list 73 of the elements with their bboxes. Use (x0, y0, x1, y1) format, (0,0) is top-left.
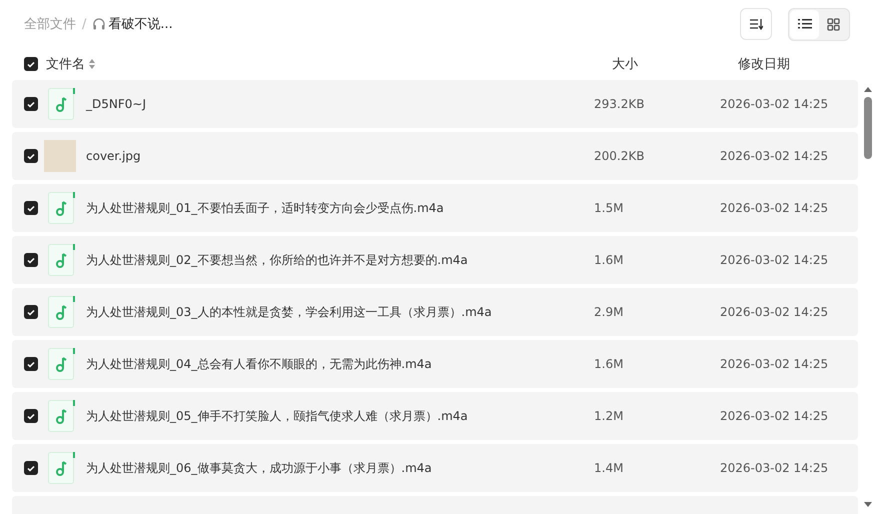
column-header[interactable]: 大小 (612, 55, 738, 73)
file-name: 为人处世潜规则_02_不要想当然，你所给的也许并不是对方想要的.m4a (86, 252, 469, 268)
modified-date: 2026-03-02 14:25 (720, 409, 828, 423)
file-size: 1.5M (594, 201, 624, 215)
file-size: 1.4M (594, 461, 624, 475)
file-row[interactable]: 为人处世潜规则_04_总会有人看你不顺眼的，无需为此伤神.m4a 1.6M 2026-03-02 14:25 (12, 340, 858, 388)
check-icon (27, 152, 35, 160)
modified-date: 2026-03-02 14:25 (720, 305, 828, 319)
file-name: 为人处世潜规则_04_总会有人看你不顺眼的，无需为此伤神.m4a (86, 356, 433, 372)
file-row[interactable]: _D5NF0~J 293.2KB 2026-03-02 14:25 (12, 80, 858, 128)
modified-date: 2026-03-02 14:25 (720, 461, 828, 475)
check-icon (27, 60, 35, 68)
audio-file-icon (48, 88, 76, 120)
select-all-checkbox[interactable] (24, 57, 38, 71)
file-name: cover.jpg (86, 149, 142, 163)
modified-date: 2026-03-02 14:25 (720, 201, 828, 215)
audio-file-icon (48, 452, 76, 484)
file-size: 1.2M (594, 409, 624, 423)
file-name: _D5NF0~J (86, 97, 147, 111)
audio-file-icon (48, 348, 76, 380)
file-name: 为人处世潜规则_06_做事莫贪大，成功源于小事（求月票）.m4a (86, 460, 433, 476)
list-icon (798, 18, 812, 30)
breadcrumb-current: 看破不说... (108, 16, 173, 33)
row-checkbox[interactable] (24, 461, 38, 475)
file-name: 为人处世潜规则_01_不要怕丢面子，适时转变方向会少受点伤.m4a (86, 200, 445, 216)
file-name: 为人处世潜规则_03_人的本性就是贪婪，学会利用这一工具（求月票）.m4a (86, 304, 493, 320)
check-icon (27, 464, 35, 472)
audio-file-icon (48, 296, 76, 328)
file-row[interactable]: 为人处世潜规则_01_不要怕丢面子，适时转变方向会少受点伤.m4a 1.5M 2026-03-02 14:25 (12, 184, 858, 232)
file-size: 1.6M (594, 253, 624, 267)
modified-date: 2026-03-02 14:25 (720, 357, 828, 371)
file-row[interactable]: 为人处世潜规则_06_做事莫贪大，成功源于小事（求月票）.m4a 1.4M 2026-03-02 14:25 (12, 444, 858, 492)
file-name: 为人处世潜规则_05_伸手不打笑脸人，颐指气使求人难（求月票）.m4a (86, 408, 469, 424)
file-size: 293.2KB (594, 97, 646, 111)
row-checkbox[interactable] (24, 409, 38, 423)
check-icon (27, 204, 35, 212)
column-header[interactable]: 修改日期 (738, 55, 790, 73)
check-icon (27, 308, 35, 316)
modified-date: 2026-03-02 14:25 (720, 253, 828, 267)
audio-file-icon (48, 192, 76, 224)
row-checkbox[interactable] (24, 357, 38, 371)
breadcrumb-separator: / (82, 16, 86, 32)
file-size: 200.2KB (594, 149, 646, 163)
file-row[interactable]: 为人处世潜规则_05_伸手不打笑脸人，颐指气使求人难（求月票）.m4a 1.2M 2026-03-02 14:25 (12, 392, 858, 440)
row-checkbox[interactable] (24, 201, 38, 215)
grid-icon (827, 18, 840, 30)
list-view-button[interactable] (790, 10, 819, 38)
row-checkbox[interactable] (24, 253, 38, 267)
headphones-icon (92, 17, 106, 31)
scroll-up-icon[interactable] (863, 86, 873, 93)
check-icon (27, 360, 35, 368)
row-checkbox[interactable] (24, 149, 38, 163)
image-thumbnail (44, 140, 76, 172)
sort-icon (89, 59, 95, 69)
file-row[interactable]: cover.jpg 200.2KB 2026-03-02 14:25 (12, 132, 858, 180)
audio-file-icon (48, 244, 76, 276)
sort-icon (749, 18, 763, 30)
modified-date: 2026-03-02 14:25 (720, 149, 828, 163)
row-checkbox[interactable] (24, 97, 38, 111)
file-size: 1.6M (594, 357, 624, 371)
file-size: 2.9M (594, 305, 624, 319)
file-row[interactable]: 为人处世潜规则_03_人的本性就是贪婪，学会利用这一工具（求月票）.m4a 2.9M 2026-03-02 14:25 (12, 288, 858, 336)
audio-file-icon (48, 400, 76, 432)
scroll-down-icon[interactable] (863, 501, 873, 508)
check-icon (27, 256, 35, 264)
check-icon (27, 100, 35, 108)
modified-date: 2026-03-02 14:25 (720, 97, 828, 111)
file-row[interactable]: 为人处世潜规则_02_不要想当然，你所给的也许并不是对方想要的.m4a 1.6M 2026-03-02 14:25 (12, 236, 858, 284)
scrollbar-thumb[interactable] (864, 97, 872, 159)
check-icon (27, 412, 35, 420)
sort-button[interactable] (740, 8, 772, 40)
row-checkbox[interactable] (24, 305, 38, 319)
column-header[interactable]: 文件名 (46, 55, 85, 73)
